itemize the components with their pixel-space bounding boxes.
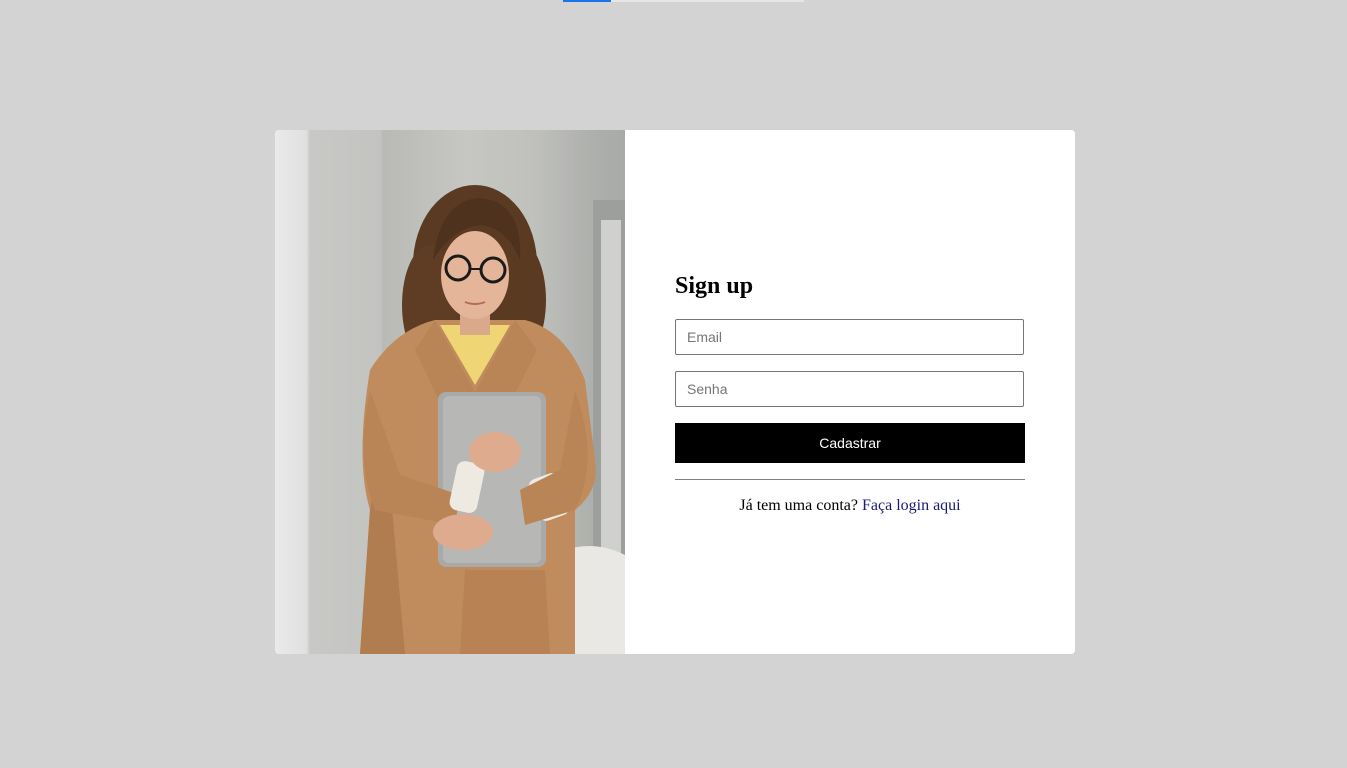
woman-holding-laptop-illustration <box>360 185 625 654</box>
divider <box>675 479 1025 480</box>
email-field[interactable] <box>675 319 1024 355</box>
top-progress-fill <box>563 0 612 2</box>
signup-card: Sign up Cadastrar Já tem uma conta? Faça… <box>275 130 1075 654</box>
login-link[interactable]: Faça login aqui <box>862 497 961 514</box>
hero-photo <box>275 130 625 654</box>
signup-button[interactable]: Cadastrar <box>675 423 1025 463</box>
top-progress-bar <box>563 0 804 2</box>
login-prompt-text: Já tem uma conta? <box>739 497 862 514</box>
password-field[interactable] <box>675 371 1024 407</box>
signup-form-panel: Sign up Cadastrar Já tem uma conta? Faça… <box>625 130 1075 654</box>
login-prompt-line: Já tem uma conta? Faça login aqui <box>675 496 1025 516</box>
page-title: Sign up <box>675 273 754 299</box>
